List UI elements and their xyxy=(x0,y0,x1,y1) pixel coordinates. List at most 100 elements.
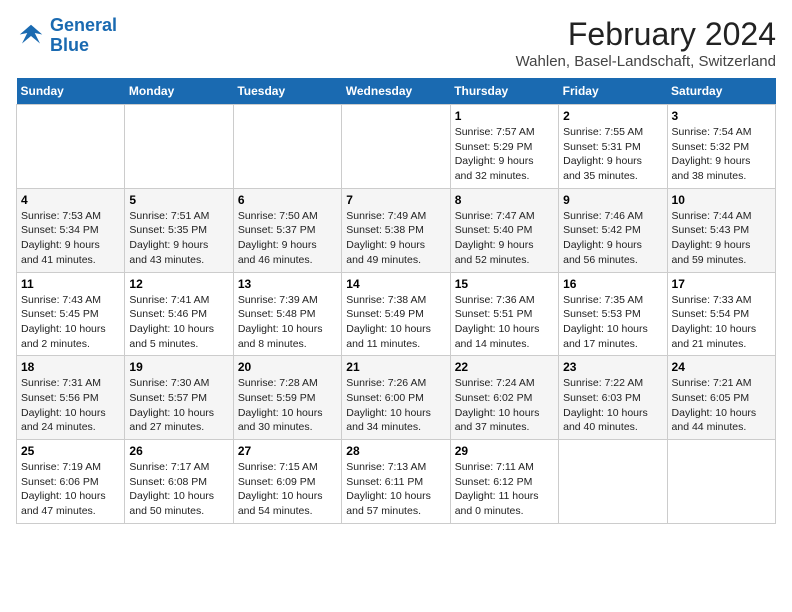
day-number: 25 xyxy=(21,444,120,458)
calendar-cell: 4 Sunrise: 7:53 AM Sunset: 5:34 PM Daylig… xyxy=(17,188,125,272)
calendar-cell: 14 Sunrise: 7:38 AM Sunset: 5:49 PM Dayli… xyxy=(342,272,450,356)
day-number: 8 xyxy=(455,193,554,207)
day-info: Sunrise: 7:38 AM Sunset: 5:49 PM Dayligh… xyxy=(346,293,445,352)
day-number: 11 xyxy=(21,277,120,291)
day-number: 7 xyxy=(346,193,445,207)
title-block: February 2024 Wahlen, Basel-Landschaft, … xyxy=(516,16,776,70)
weekday-header-thursday: Thursday xyxy=(450,78,558,105)
calendar-cell: 28 Sunrise: 7:13 AM Sunset: 6:11 PM Dayli… xyxy=(342,440,450,524)
calendar-table: SundayMondayTuesdayWednesdayThursdayFrid… xyxy=(16,78,776,524)
calendar-cell: 23 Sunrise: 7:22 AM Sunset: 6:03 PM Dayli… xyxy=(559,356,667,440)
calendar-cell: 9Sunrise: 7:46 AM Sunset: 5:42 PM Daylig… xyxy=(559,188,667,272)
day-number: 4 xyxy=(21,193,120,207)
day-number: 18 xyxy=(21,360,120,374)
calendar-cell: 16 Sunrise: 7:35 AM Sunset: 5:53 PM Dayli… xyxy=(559,272,667,356)
day-info: Sunrise: 7:15 AM Sunset: 6:09 PM Dayligh… xyxy=(238,460,337,519)
day-info: Sunrise: 7:26 AM Sunset: 6:00 PM Dayligh… xyxy=(346,376,445,435)
calendar-cell: 19 Sunrise: 7:30 AM Sunset: 5:57 PM Dayli… xyxy=(125,356,233,440)
calendar-cell xyxy=(342,105,450,189)
day-info: Sunrise: 7:55 AM Sunset: 5:31 PM Dayligh… xyxy=(563,125,662,184)
day-number: 17 xyxy=(672,277,771,291)
day-number: 10 xyxy=(672,193,771,207)
day-info: Sunrise: 7:21 AM Sunset: 6:05 PM Dayligh… xyxy=(672,376,771,435)
calendar-cell xyxy=(17,105,125,189)
day-number: 27 xyxy=(238,444,337,458)
day-number: 19 xyxy=(129,360,228,374)
calendar-week-2: 4 Sunrise: 7:53 AM Sunset: 5:34 PM Daylig… xyxy=(17,188,776,272)
day-info: Sunrise: 7:46 AM Sunset: 5:42 PM Dayligh… xyxy=(563,209,662,268)
day-number: 1 xyxy=(455,109,554,123)
calendar-cell xyxy=(559,440,667,524)
day-number: 3 xyxy=(672,109,771,123)
calendar-cell: 8Sunrise: 7:47 AM Sunset: 5:40 PM Daylig… xyxy=(450,188,558,272)
weekday-header-monday: Monday xyxy=(125,78,233,105)
calendar-cell: 12 Sunrise: 7:41 AM Sunset: 5:46 PM Dayli… xyxy=(125,272,233,356)
day-info: Sunrise: 7:11 AM Sunset: 6:12 PM Dayligh… xyxy=(455,460,554,519)
calendar-week-4: 18 Sunrise: 7:31 AM Sunset: 5:56 PM Dayli… xyxy=(17,356,776,440)
calendar-week-5: 25 Sunrise: 7:19 AM Sunset: 6:06 PM Dayli… xyxy=(17,440,776,524)
day-number: 16 xyxy=(563,277,662,291)
logo: General Blue xyxy=(16,16,117,56)
day-info: Sunrise: 7:30 AM Sunset: 5:57 PM Dayligh… xyxy=(129,376,228,435)
calendar-cell: 7 Sunrise: 7:49 AM Sunset: 5:38 PM Daylig… xyxy=(342,188,450,272)
weekday-header-saturday: Saturday xyxy=(667,78,775,105)
calendar-cell: 11 Sunrise: 7:43 AM Sunset: 5:45 PM Dayli… xyxy=(17,272,125,356)
day-number: 24 xyxy=(672,360,771,374)
calendar-week-1: 1 Sunrise: 7:57 AM Sunset: 5:29 PM Daylig… xyxy=(17,105,776,189)
calendar-cell: 2 Sunrise: 7:55 AM Sunset: 5:31 PM Daylig… xyxy=(559,105,667,189)
calendar-cell xyxy=(125,105,233,189)
calendar-cell: 13Sunrise: 7:39 AM Sunset: 5:48 PM Dayli… xyxy=(233,272,341,356)
weekday-header-wednesday: Wednesday xyxy=(342,78,450,105)
calendar-week-3: 11 Sunrise: 7:43 AM Sunset: 5:45 PM Dayli… xyxy=(17,272,776,356)
day-number: 6 xyxy=(238,193,337,207)
day-number: 29 xyxy=(455,444,554,458)
day-info: Sunrise: 7:19 AM Sunset: 6:06 PM Dayligh… xyxy=(21,460,120,519)
day-info: Sunrise: 7:57 AM Sunset: 5:29 PM Dayligh… xyxy=(455,125,554,184)
day-info: Sunrise: 7:44 AM Sunset: 5:43 PM Dayligh… xyxy=(672,209,771,268)
weekday-header-tuesday: Tuesday xyxy=(233,78,341,105)
calendar-cell: 3 Sunrise: 7:54 AM Sunset: 5:32 PM Daylig… xyxy=(667,105,775,189)
day-number: 23 xyxy=(563,360,662,374)
day-info: Sunrise: 7:53 AM Sunset: 5:34 PM Dayligh… xyxy=(21,209,120,268)
calendar-title: February 2024 xyxy=(516,16,776,53)
day-number: 14 xyxy=(346,277,445,291)
day-number: 2 xyxy=(563,109,662,123)
day-info: Sunrise: 7:54 AM Sunset: 5:32 PM Dayligh… xyxy=(672,125,771,184)
calendar-cell: 6Sunrise: 7:50 AM Sunset: 5:37 PM Daylig… xyxy=(233,188,341,272)
day-number: 5 xyxy=(129,193,228,207)
logo-icon xyxy=(16,21,46,51)
calendar-cell: 27 Sunrise: 7:15 AM Sunset: 6:09 PM Dayli… xyxy=(233,440,341,524)
logo-text: General Blue xyxy=(50,16,117,56)
day-info: Sunrise: 7:33 AM Sunset: 5:54 PM Dayligh… xyxy=(672,293,771,352)
weekday-header-sunday: Sunday xyxy=(17,78,125,105)
day-info: Sunrise: 7:31 AM Sunset: 5:56 PM Dayligh… xyxy=(21,376,120,435)
day-info: Sunrise: 7:51 AM Sunset: 5:35 PM Dayligh… xyxy=(129,209,228,268)
calendar-cell: 15 Sunrise: 7:36 AM Sunset: 5:51 PM Dayli… xyxy=(450,272,558,356)
calendar-subtitle: Wahlen, Basel-Landschaft, Switzerland xyxy=(516,53,776,70)
day-info: Sunrise: 7:49 AM Sunset: 5:38 PM Dayligh… xyxy=(346,209,445,268)
day-info: Sunrise: 7:13 AM Sunset: 6:11 PM Dayligh… xyxy=(346,460,445,519)
day-number: 20 xyxy=(238,360,337,374)
day-info: Sunrise: 7:36 AM Sunset: 5:51 PM Dayligh… xyxy=(455,293,554,352)
day-info: Sunrise: 7:17 AM Sunset: 6:08 PM Dayligh… xyxy=(129,460,228,519)
day-info: Sunrise: 7:35 AM Sunset: 5:53 PM Dayligh… xyxy=(563,293,662,352)
day-info: Sunrise: 7:41 AM Sunset: 5:46 PM Dayligh… xyxy=(129,293,228,352)
day-info: Sunrise: 7:43 AM Sunset: 5:45 PM Dayligh… xyxy=(21,293,120,352)
day-number: 21 xyxy=(346,360,445,374)
calendar-cell: 29 Sunrise: 7:11 AM Sunset: 6:12 PM Dayli… xyxy=(450,440,558,524)
day-number: 13 xyxy=(238,277,337,291)
day-info: Sunrise: 7:24 AM Sunset: 6:02 PM Dayligh… xyxy=(455,376,554,435)
calendar-cell: 5 Sunrise: 7:51 AM Sunset: 5:35 PM Daylig… xyxy=(125,188,233,272)
calendar-cell: 25 Sunrise: 7:19 AM Sunset: 6:06 PM Dayli… xyxy=(17,440,125,524)
calendar-cell xyxy=(233,105,341,189)
day-number: 12 xyxy=(129,277,228,291)
calendar-cell xyxy=(667,440,775,524)
day-number: 28 xyxy=(346,444,445,458)
calendar-cell: 1 Sunrise: 7:57 AM Sunset: 5:29 PM Daylig… xyxy=(450,105,558,189)
day-number: 15 xyxy=(455,277,554,291)
calendar-cell: 17 Sunrise: 7:33 AM Sunset: 5:54 PM Dayli… xyxy=(667,272,775,356)
day-number: 26 xyxy=(129,444,228,458)
weekday-header-row: SundayMondayTuesdayWednesdayThursdayFrid… xyxy=(17,78,776,105)
calendar-cell: 22Sunrise: 7:24 AM Sunset: 6:02 PM Dayli… xyxy=(450,356,558,440)
day-info: Sunrise: 7:22 AM Sunset: 6:03 PM Dayligh… xyxy=(563,376,662,435)
